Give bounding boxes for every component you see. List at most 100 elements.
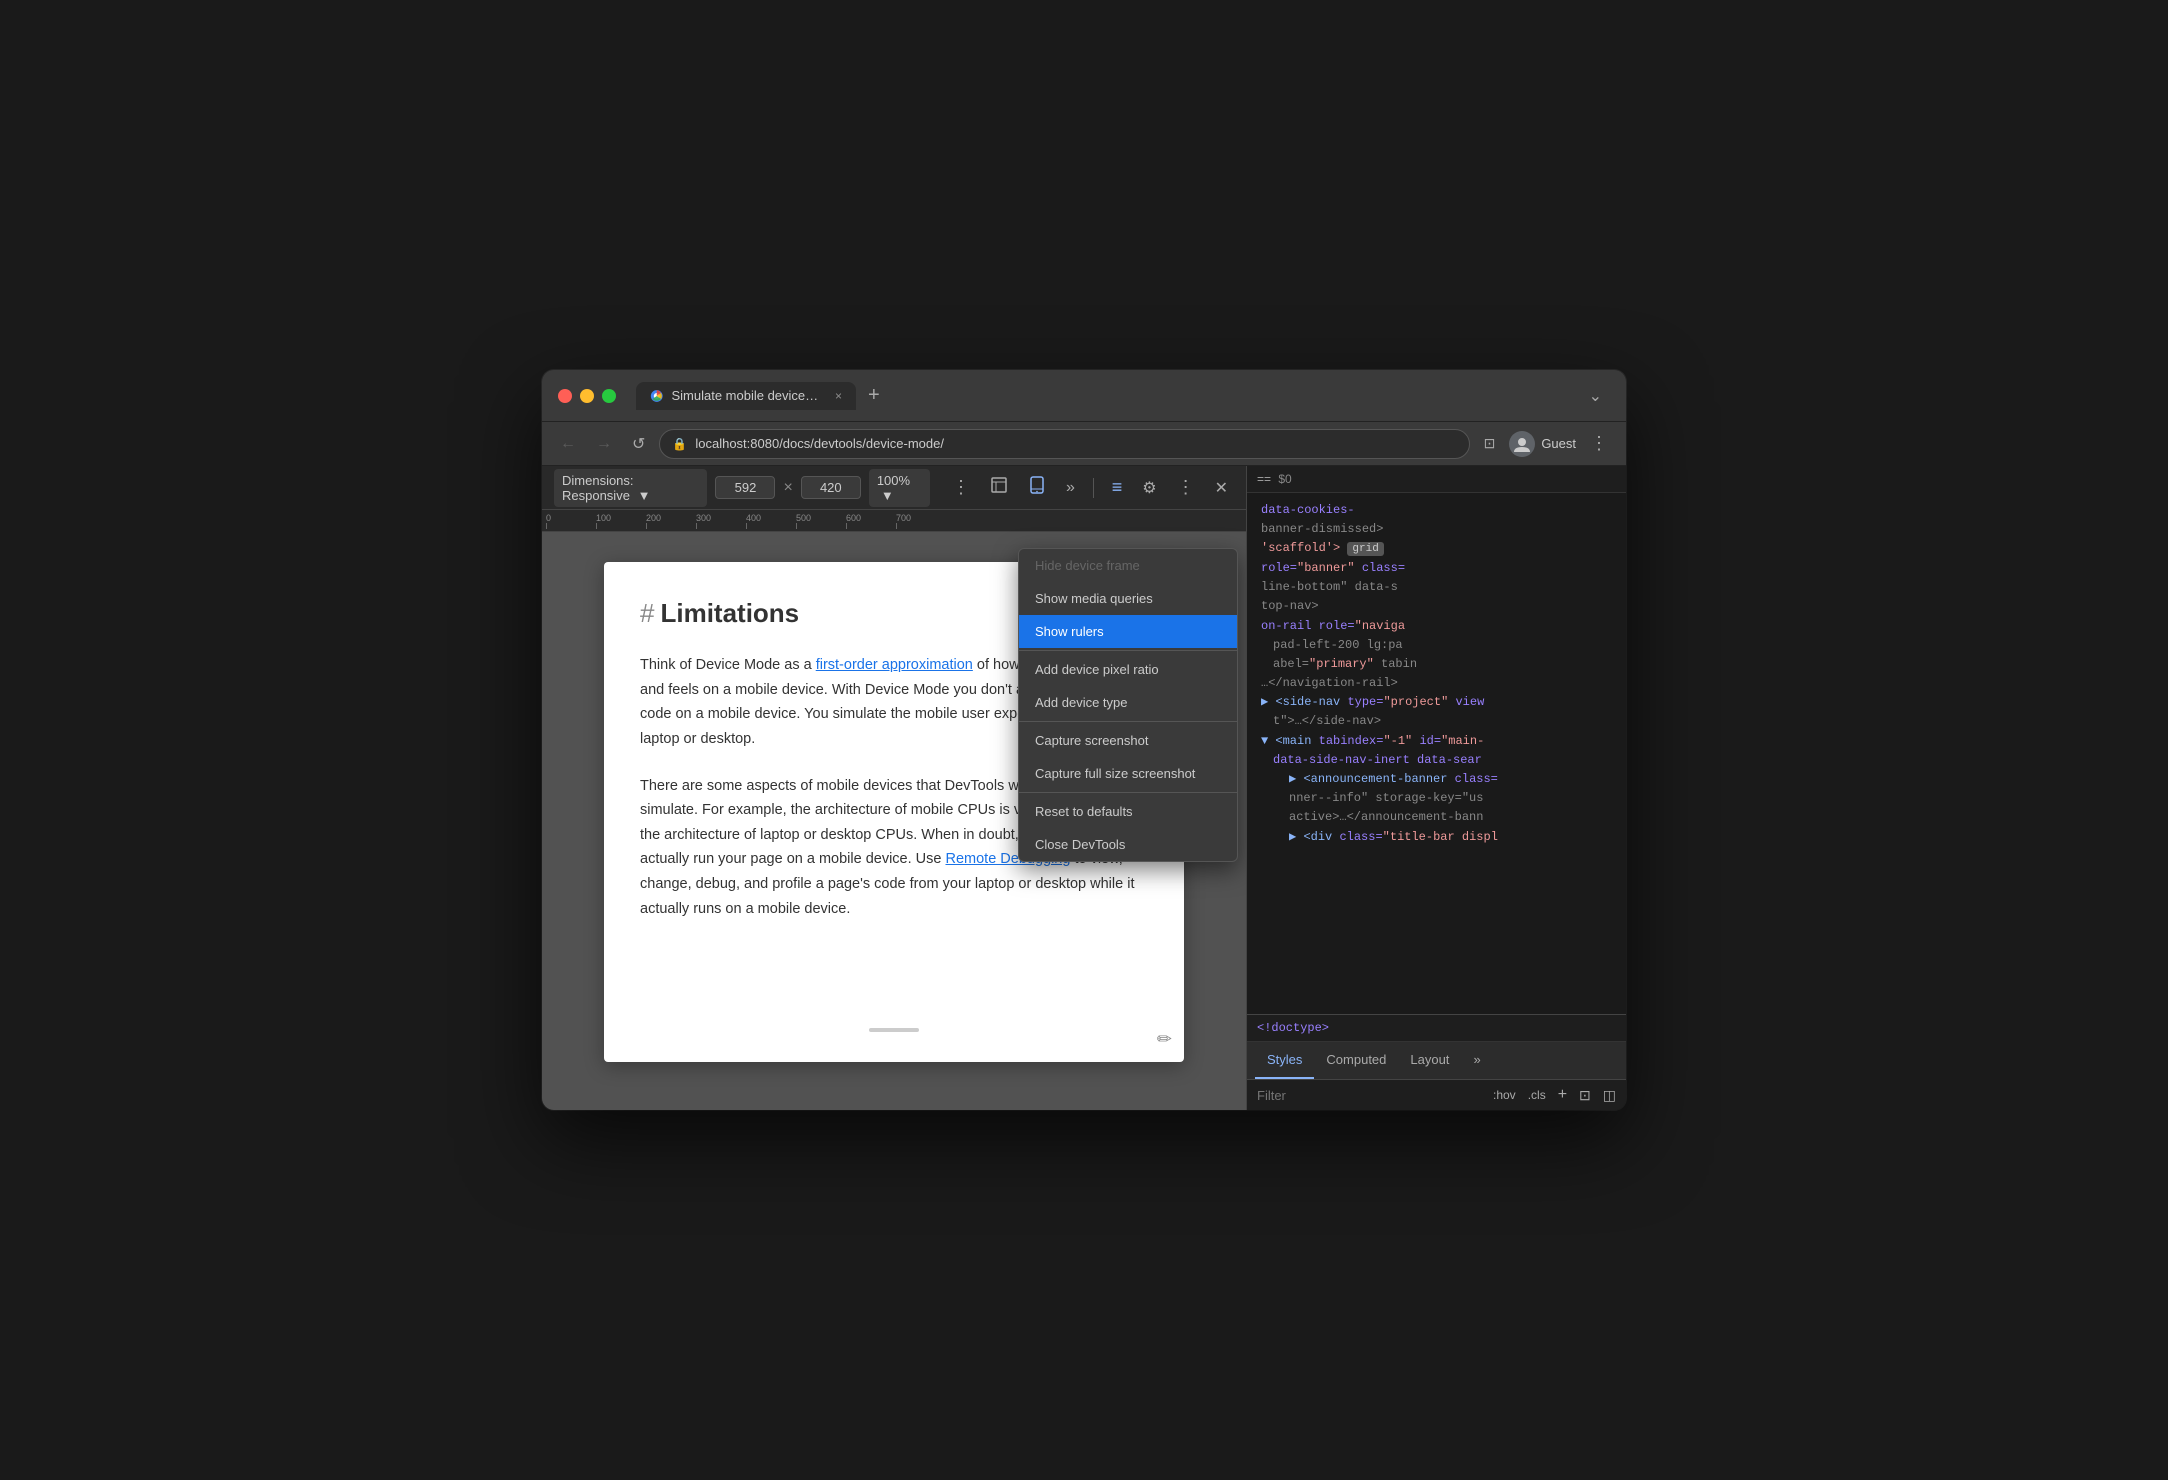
heading-text: Limitations	[660, 598, 799, 629]
toggle-sidebar-icon[interactable]: ◫	[1603, 1087, 1616, 1104]
menu-item-show-media-queries[interactable]: Show media queries	[1019, 582, 1237, 615]
tab-title: Simulate mobile devices with D	[671, 388, 823, 403]
width-input[interactable]	[715, 476, 775, 499]
menu-item-add-device-type[interactable]: Add device type	[1019, 686, 1237, 719]
cls-button[interactable]: .cls	[1528, 1088, 1546, 1102]
profile-button[interactable]: Guest	[1509, 431, 1576, 457]
menu-item-add-pixel-ratio[interactable]: Add device pixel ratio	[1019, 653, 1237, 686]
device-toolbar: Dimensions: Responsive ▼ × 100% ▼ ⋮	[542, 466, 1246, 510]
add-style-button[interactable]: +	[1558, 1086, 1567, 1104]
tab-computed[interactable]: Computed	[1314, 1042, 1398, 1079]
settings-btn[interactable]: ⚙	[1136, 474, 1162, 502]
dock-button[interactable]: ⊡	[1478, 431, 1502, 456]
html-line-6: top-nav>	[1257, 597, 1616, 616]
para1-text1: Think of Device Mode as a	[640, 657, 816, 673]
menu-item-capture-screenshot-label: Capture screenshot	[1035, 733, 1148, 748]
inspect-element-btn[interactable]	[984, 472, 1014, 503]
device-mode-icon	[1028, 476, 1046, 494]
profile-name: Guest	[1541, 436, 1576, 451]
menu-item-show-media-queries-label: Show media queries	[1035, 591, 1153, 606]
zoom-select[interactable]: 100% ▼	[869, 469, 930, 507]
element-id: $0	[1278, 472, 1291, 486]
device-mode-btn[interactable]	[1022, 472, 1052, 503]
devtools-wrapper: Dimensions: Responsive ▼ × 100% ▼ ⋮	[542, 466, 1626, 1110]
tab-close-btn[interactable]: ×	[835, 389, 842, 403]
forward-button[interactable]: →	[590, 431, 618, 457]
inspect-icon	[990, 476, 1008, 494]
html-line-15: ▶ <announcement-banner class=	[1257, 770, 1616, 789]
computed-icon[interactable]: ⊡	[1579, 1087, 1591, 1104]
html-line-8: pad-left-200 lg:pa	[1257, 636, 1616, 655]
menu-item-show-rulers-label: Show rulers	[1035, 624, 1104, 639]
menu-item-capture-full-screenshot-label: Capture full size screenshot	[1035, 766, 1195, 781]
menu-item-hide-device-frame[interactable]: Hide device frame	[1019, 549, 1237, 582]
devtools-panel: == $0 data-cookies- banner-dismissed> 's…	[1246, 466, 1626, 1110]
close-button[interactable]	[558, 389, 572, 403]
nav-bar: ← → ↺ 🔒 localhost:8080/docs/devtools/dev…	[542, 422, 1626, 466]
html-line-2: banner-dismissed>	[1257, 520, 1616, 539]
lock-icon: 🔒	[672, 437, 687, 451]
menu-item-capture-screenshot[interactable]: Capture screenshot	[1019, 724, 1237, 757]
active-tab[interactable]: Simulate mobile devices with D ×	[636, 382, 856, 410]
hov-button[interactable]: :hov	[1493, 1088, 1516, 1102]
menu-item-reset-defaults-label: Reset to defaults	[1035, 804, 1133, 819]
menu-item-hide-device-frame-label: Hide device frame	[1035, 558, 1140, 573]
html-line-4: role="banner" class=	[1257, 559, 1616, 578]
html-line-3: 'scaffold'> grid	[1257, 539, 1616, 559]
maximize-button[interactable]	[602, 389, 616, 403]
height-input[interactable]	[801, 476, 861, 499]
dimension-separator: ×	[783, 479, 792, 497]
more-device-options[interactable]: ⋮	[946, 473, 976, 502]
menu-item-close-devtools[interactable]: Close DevTools	[1019, 828, 1237, 861]
traffic-lights	[558, 389, 616, 403]
element-display: == $0	[1247, 466, 1626, 493]
doctype-text: <!doctype>	[1257, 1021, 1329, 1035]
html-line-16: nner--info" storage-key="us	[1257, 789, 1616, 808]
devtools-tabs: Styles Computed Layout »	[1247, 1042, 1626, 1080]
html-line-18: ▶ <div class="title-bar displ	[1257, 828, 1616, 847]
menu-divider-3	[1019, 792, 1237, 793]
html-line-12: t">…</side-nav>	[1257, 712, 1616, 731]
close-devtools-btn[interactable]: ✕	[1209, 474, 1234, 502]
tab-more[interactable]: »	[1461, 1042, 1492, 1079]
dollar-sign: ==	[1257, 472, 1271, 486]
minimize-button[interactable]	[580, 389, 594, 403]
url-text: localhost:8080/docs/devtools/device-mode…	[695, 436, 944, 451]
menu-divider-1	[1019, 650, 1237, 651]
more-panels-btn[interactable]: »	[1060, 475, 1081, 501]
profile-icon-svg	[1514, 436, 1530, 452]
browser-window: Simulate mobile devices with D × + ⌄ ← →…	[542, 370, 1626, 1110]
tab-styles[interactable]: Styles	[1255, 1042, 1314, 1079]
console-panel-btn[interactable]: ≡	[1106, 473, 1129, 502]
chrome-menu-button[interactable]: ⋮	[1584, 429, 1614, 458]
menu-item-close-devtools-label: Close DevTools	[1035, 837, 1125, 852]
grid-badge: grid	[1347, 542, 1383, 556]
tab-layout[interactable]: Layout	[1398, 1042, 1461, 1079]
heading-hash: #	[640, 598, 654, 629]
html-line-5: line-bottom" data-s	[1257, 578, 1616, 597]
ruler-top: 0 100 200 300 400 500 600 700	[542, 510, 1246, 532]
tab-menu-button[interactable]: ⌄	[1589, 386, 1610, 406]
reload-button[interactable]: ↺	[626, 430, 651, 458]
dimensions-select[interactable]: Dimensions: Responsive ▼	[554, 469, 707, 507]
styles-filter-input[interactable]	[1257, 1088, 1485, 1103]
address-bar[interactable]: 🔒 localhost:8080/docs/devtools/device-mo…	[659, 429, 1469, 459]
html-line-10: …</navigation-rail>	[1257, 674, 1616, 693]
html-line-13: ▼ <main tabindex="-1" id="main-	[1257, 732, 1616, 751]
html-tree: data-cookies- banner-dismissed> 'scaffol…	[1247, 493, 1626, 1014]
html-line-9: abel="primary" tabin	[1257, 655, 1616, 674]
tab-bar: Simulate mobile devices with D × +	[636, 382, 1577, 410]
menu-item-reset-defaults[interactable]: Reset to defaults	[1019, 795, 1237, 828]
para1-link[interactable]: first-order approximation	[816, 657, 973, 673]
title-bar: Simulate mobile devices with D × + ⌄	[542, 370, 1626, 422]
devtools-more-btn[interactable]: ⋮	[1171, 473, 1201, 502]
menu-item-add-device-type-label: Add device type	[1035, 695, 1128, 710]
devtools-filter: :hov .cls + ⊡ ◫	[1247, 1080, 1626, 1110]
doctype-display: <!doctype>	[1247, 1015, 1626, 1042]
new-tab-button[interactable]: +	[860, 382, 888, 409]
menu-item-capture-full-screenshot[interactable]: Capture full size screenshot	[1019, 757, 1237, 790]
devtools-bottom: <!doctype> Styles Computed Layout »	[1247, 1014, 1626, 1110]
back-button[interactable]: ←	[554, 431, 582, 457]
html-line-7: on-rail role="naviga	[1257, 617, 1616, 636]
menu-item-show-rulers[interactable]: Show rulers	[1019, 615, 1237, 648]
